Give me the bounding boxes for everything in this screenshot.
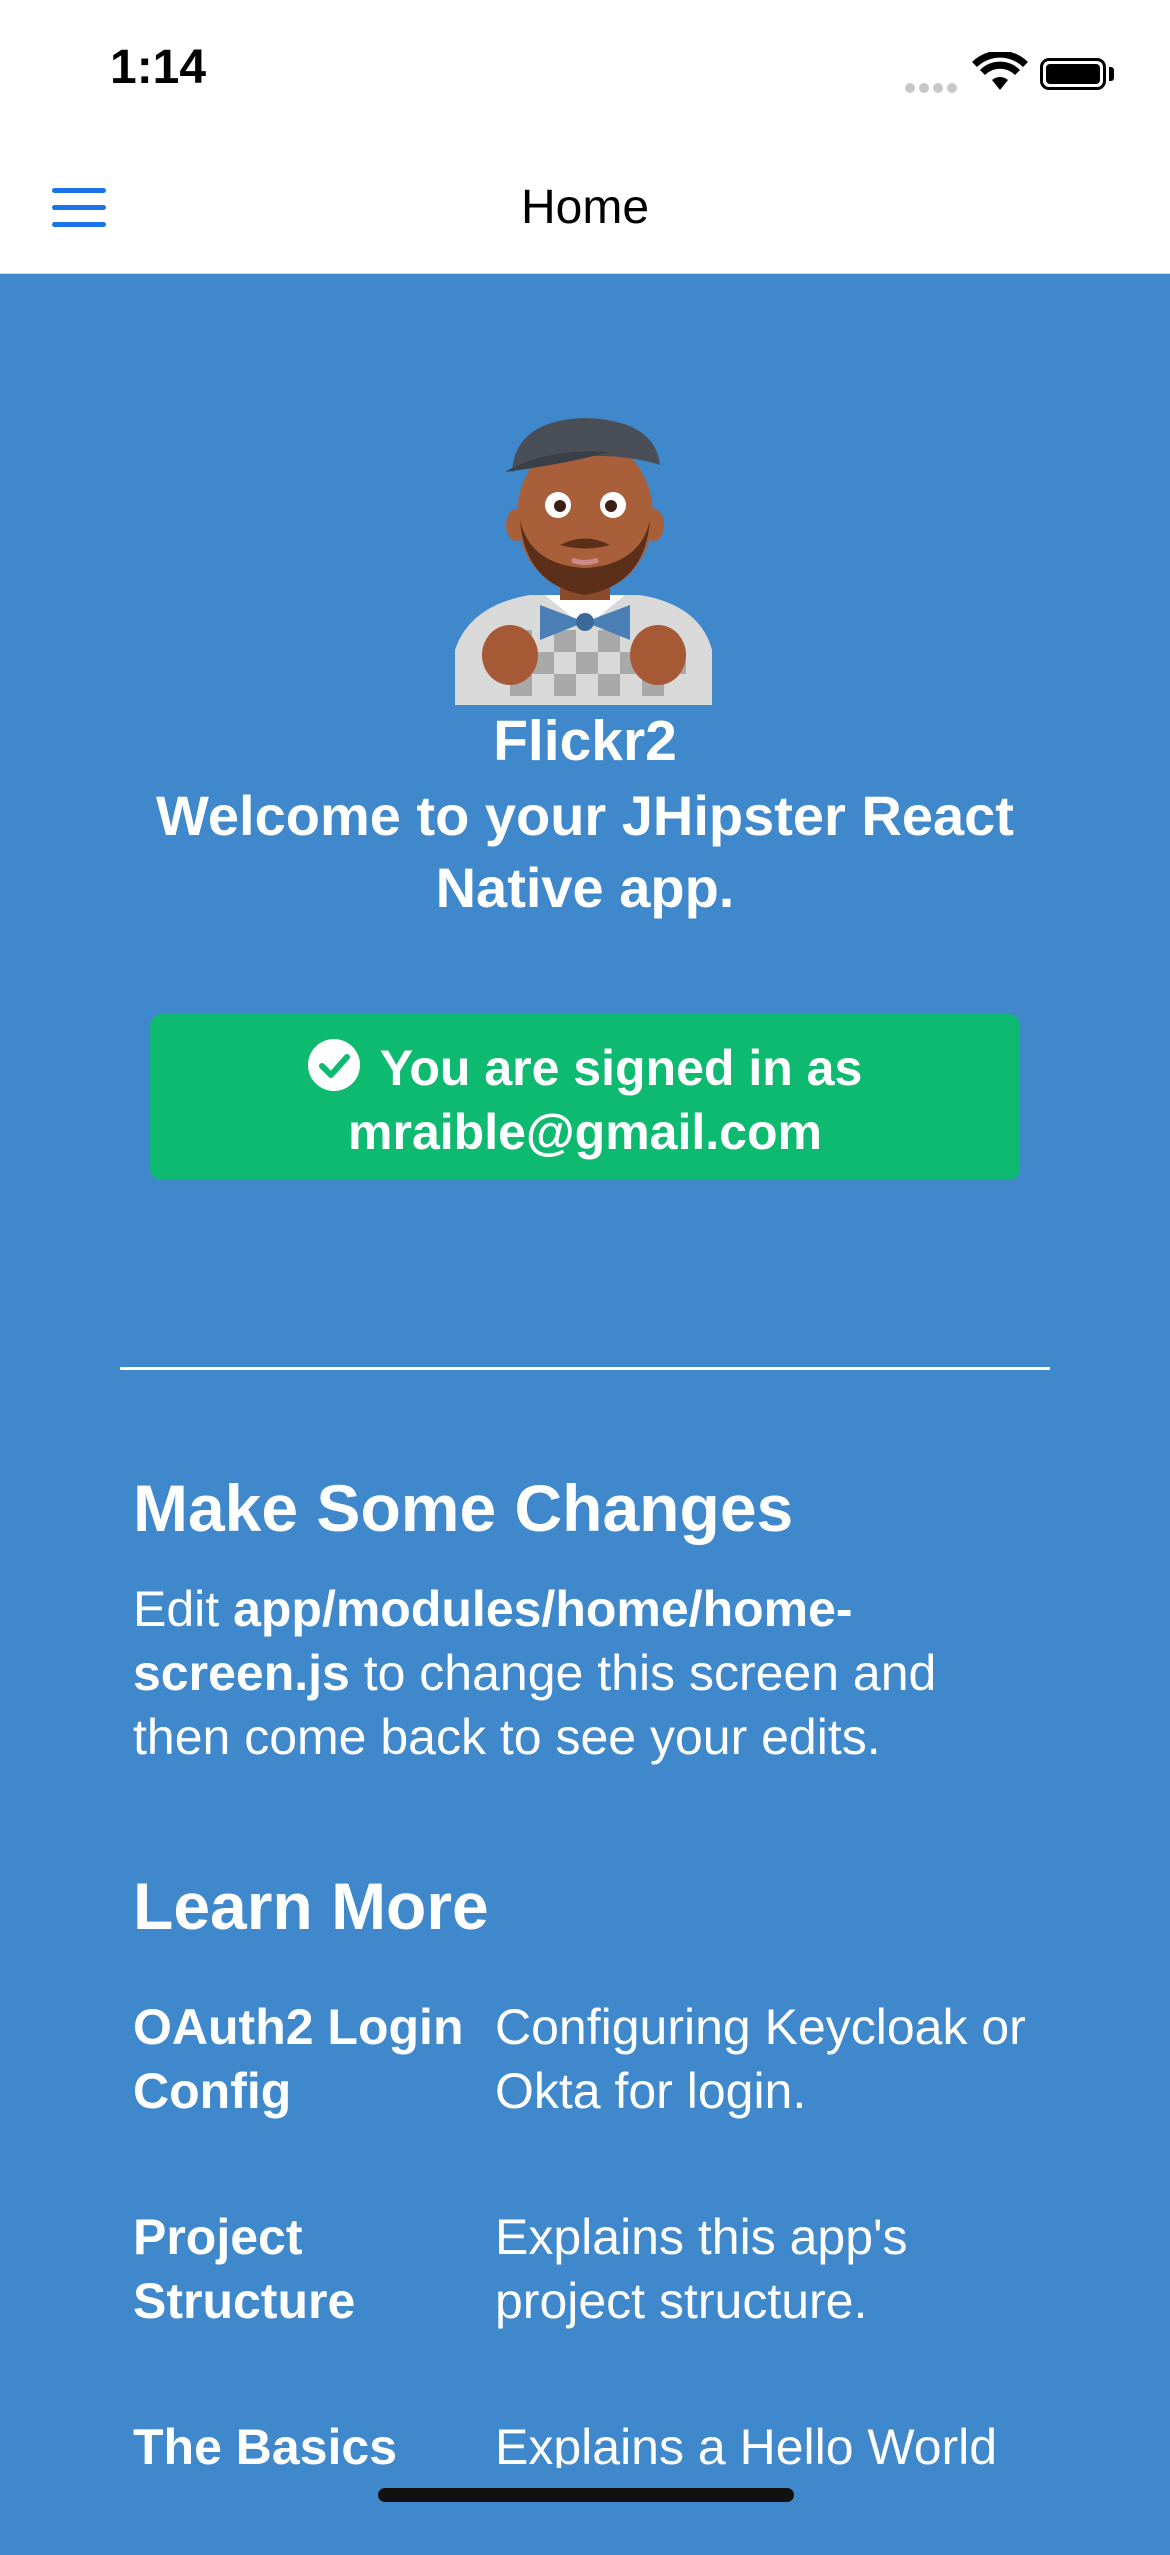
learn-more-item-description: Configuring Keycloak or Okta for login. bbox=[495, 1999, 1026, 2119]
battery-icon bbox=[1040, 58, 1106, 90]
page-title: Home bbox=[520, 181, 650, 234]
signed-in-banner: You are signed in as mraible@gmail.com bbox=[150, 1014, 1020, 1180]
signed-in-email: mraible@gmail.com bbox=[348, 1104, 822, 1160]
make-changes-text-before: Edit bbox=[133, 1581, 234, 1637]
navigation-bar: Home bbox=[0, 150, 1170, 274]
app-name: Flickr2 bbox=[493, 709, 677, 773]
section-title-learn-more: Learn More bbox=[133, 1869, 489, 1943]
learn-more-item-project-structure[interactable]: Project Structure Explains this app's pr… bbox=[133, 2205, 1063, 2345]
home-indicator[interactable] bbox=[378, 2488, 794, 2502]
welcome-message: Welcome to your JHipster React Native ap… bbox=[156, 784, 1014, 919]
jhipster-avatar-illustration bbox=[455, 418, 712, 705]
section-title-make-changes: Make Some Changes bbox=[133, 1471, 794, 1545]
status-time: 1:14 bbox=[110, 41, 207, 94]
wifi-icon bbox=[972, 52, 1028, 90]
learn-more-item-label: Project Structure bbox=[133, 2209, 356, 2329]
learn-more-item-label: OAuth2 Login Config bbox=[133, 1999, 464, 2119]
make-changes-text: Edit app/modules/home/home-screen.js to … bbox=[133, 1577, 1033, 1769]
check-circle-icon bbox=[307, 1039, 360, 1091]
status-bar: 1:14 bbox=[0, 0, 1170, 150]
learn-more-item-description: Explains this app's project structure. bbox=[495, 2209, 908, 2329]
learn-more-item-oauth2[interactable]: OAuth2 Login Config Configuring Keycloak… bbox=[133, 1995, 1063, 2135]
divider bbox=[120, 1367, 1050, 1370]
battery-cap bbox=[1109, 67, 1114, 81]
signed-in-label: You are signed in as bbox=[379, 1040, 863, 1096]
cellular-signal-icon bbox=[905, 80, 961, 98]
